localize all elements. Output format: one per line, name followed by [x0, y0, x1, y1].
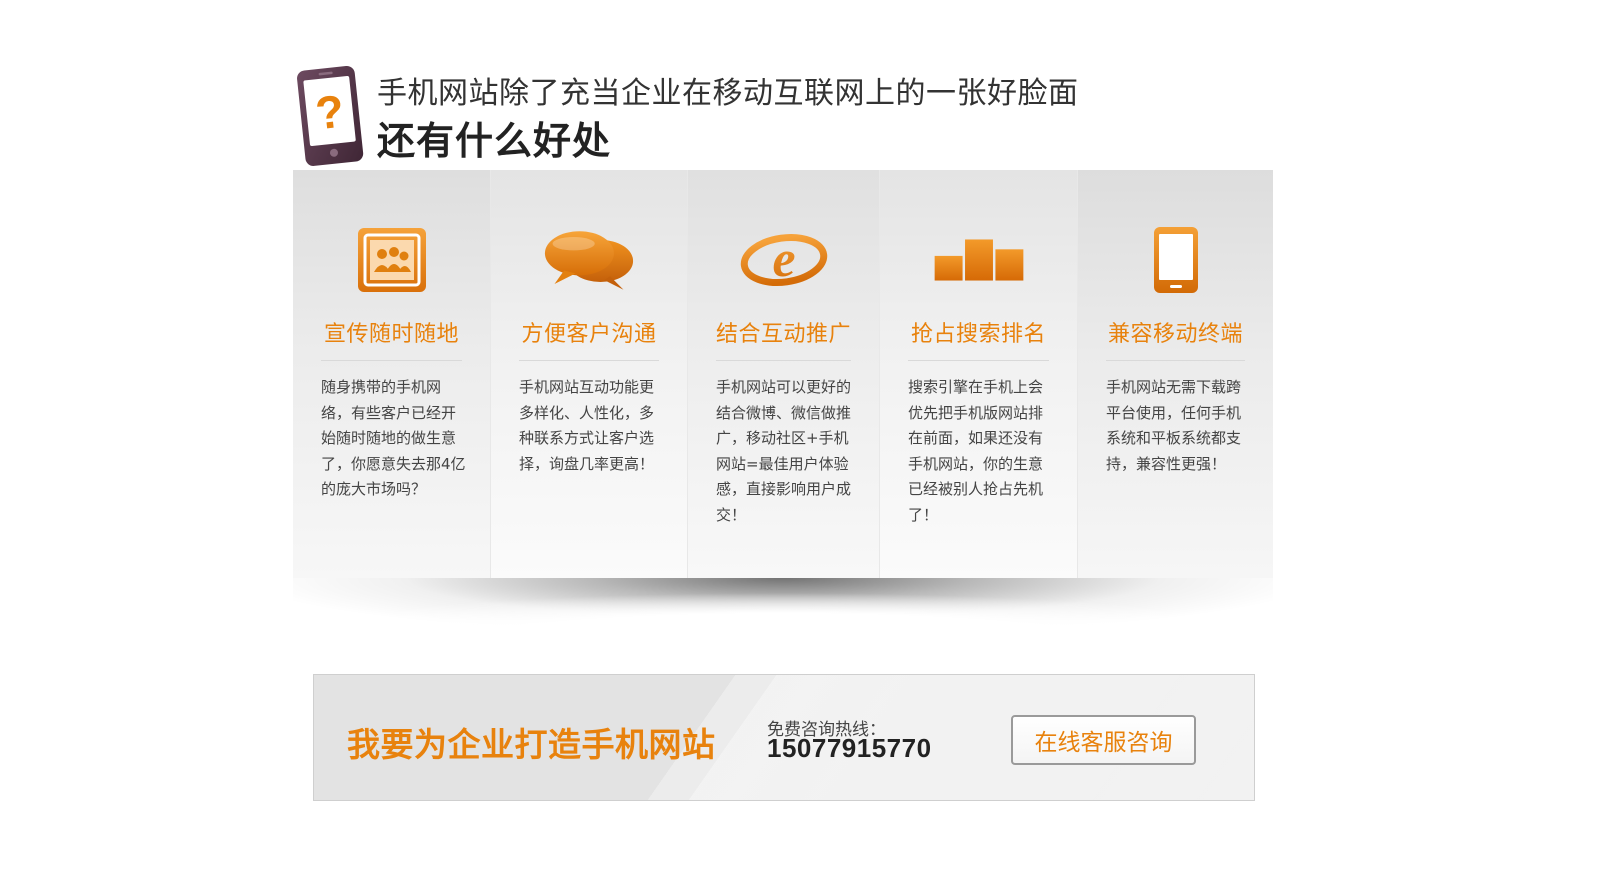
feature-description: 手机网站可以更好的结合微博、微信做推广，移动社区+手机网站=最佳用户体验感，直接…	[716, 378, 852, 524]
feature-title: 宣传随时随地	[323, 322, 459, 347]
hotline-number: 15077915770	[767, 733, 932, 763]
svg-text:?: ?	[313, 85, 346, 140]
cta-banner: 我要为企业打造手机网站 免费咨询热线： 15077915770 在线客服咨询	[313, 674, 1255, 801]
chat-bubbles-icon	[543, 220, 635, 300]
feature-description: 搜索引擎在手机上会优先把手机版网站排在前面，如果还没有手机网站，你的生意已经被别…	[908, 378, 1044, 524]
page-title-line1: 手机网站除了充当企业在移动互联网上的一张好脸面	[377, 76, 1079, 111]
cta-title: 我要为企业打造手机网站	[347, 725, 716, 764]
mobile-device-icon	[1130, 220, 1222, 300]
feature-strip: 宣传随时随地 随身携带的手机网络，有些客户已经开始随时随地的做生意了，你愿意失去…	[293, 170, 1273, 578]
feature-title: 结合互动推广	[715, 322, 851, 347]
divider	[321, 360, 462, 361]
feature-card-communication: 方便客户沟通 手机网站互动功能更多样化、人性化，多种联系方式让客户选择，询盘几率…	[490, 170, 687, 578]
photo-group-icon	[346, 220, 438, 300]
feature-title: 抢占搜索排名	[910, 322, 1046, 347]
online-consult-button[interactable]: 在线客服咨询	[1011, 715, 1196, 765]
divider	[908, 360, 1049, 361]
feature-description: 手机网站无需下载跨平台使用，任何手机系统和平板系统都支持，兼容性更强！	[1106, 378, 1242, 473]
letter-e-icon: e	[738, 220, 830, 300]
divider	[1106, 360, 1245, 361]
feature-card-mobile-compatibility: 兼容移动终端 手机网站无需下载跨平台使用，任何手机系统和平板系统都支持，兼容性更…	[1077, 170, 1273, 578]
header: ? 手机网站除了充当企业在移动互联网上的一张好脸面 还有什么好处	[293, 60, 1193, 170]
feature-description: 手机网站互动功能更多样化、人性化，多种联系方式让客户选择，询盘几率更高！	[519, 378, 655, 473]
svg-text:e: e	[772, 231, 795, 288]
feature-title: 方便客户沟通	[521, 322, 657, 347]
strip-shadow-mask	[293, 578, 1273, 638]
divider	[519, 360, 659, 361]
feature-title: 兼容移动终端	[1107, 322, 1243, 347]
divider	[716, 360, 851, 361]
feature-description: 随身携带的手机网络，有些客户已经开始随时随地的做生意了，你愿意失去那4亿的庞大市…	[321, 378, 466, 498]
ranking-bars-icon	[933, 220, 1025, 300]
feature-card-promotion: 宣传随时随地 随身携带的手机网络，有些客户已经开始随时随地的做生意了，你愿意失去…	[293, 170, 490, 578]
phone-question-icon: ?	[293, 62, 367, 168]
page-title-line2: 还有什么好处	[377, 119, 612, 163]
feature-card-search-ranking: 抢占搜索排名 搜索引擎在手机上会优先把手机版网站排在前面，如果还没有手机网站，你…	[879, 170, 1077, 578]
feature-card-interactive-promotion: e 结合互动推广 手机网站可以更好的结合微博、微信做推广，移动社区+手机网站=最…	[687, 170, 879, 578]
